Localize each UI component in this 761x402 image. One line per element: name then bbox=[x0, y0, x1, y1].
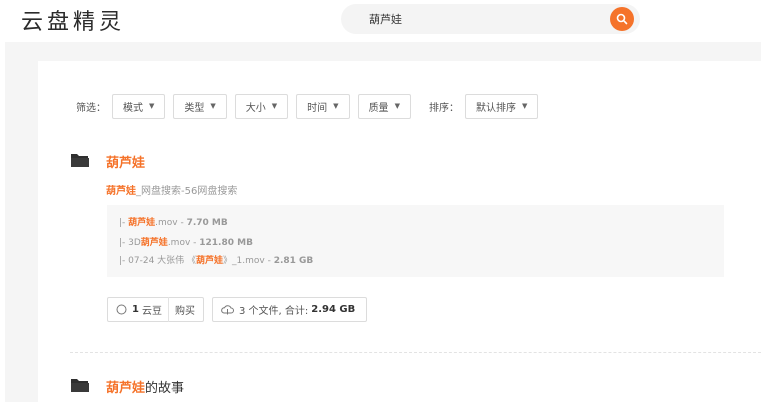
result-actions: 1 云豆 购买 3 个文件, 合计: 2.94 GB bbox=[107, 297, 375, 322]
files-summary-chip: 3 个文件, 合计: 2.94 GB bbox=[211, 297, 368, 322]
folder-icon bbox=[71, 154, 89, 167]
search-icon bbox=[616, 13, 628, 25]
file-item: |- 葫芦娃.mov - 7.70 MB bbox=[119, 218, 228, 228]
folder-icon bbox=[71, 379, 89, 392]
top-bar: 云盘精灵 bbox=[0, 0, 761, 40]
filter-bar: 筛选： 模式 ▼ 类型 ▼ 大小 ▼ 时间 ▼ 质量 ▼ 排序： 默认排序 ▼ bbox=[76, 93, 546, 119]
search-input[interactable] bbox=[369, 4, 599, 34]
filter-label: 筛选： bbox=[76, 102, 106, 114]
result-title-link[interactable]: 葫芦娃的故事 bbox=[106, 377, 184, 396]
result-title-link[interactable]: 葫芦娃 bbox=[106, 152, 145, 171]
caret-down-icon: ▼ bbox=[271, 102, 278, 110]
caret-down-icon: ▼ bbox=[149, 102, 155, 110]
result-source: 葫芦娃_网盘搜索-56网盘搜索 bbox=[106, 186, 238, 197]
search-button[interactable] bbox=[610, 7, 634, 31]
file-list: |- 葫芦娃.mov - 7.70 MB |- 3D葫芦娃.mov - 121.… bbox=[107, 205, 724, 277]
buy-button[interactable]: 购买 bbox=[175, 302, 195, 317]
filter-mode-dropdown[interactable]: 模式 ▼ bbox=[112, 93, 166, 119]
cloud-icon bbox=[221, 304, 234, 315]
filter-size-dropdown[interactable]: 大小 ▼ bbox=[234, 93, 289, 119]
logo[interactable]: 云盘精灵 bbox=[21, 4, 125, 36]
file-item: |- 3D葫芦娃.mov - 121.80 MB bbox=[119, 238, 253, 248]
filter-type-dropdown[interactable]: 类型 ▼ bbox=[173, 93, 227, 119]
result-divider bbox=[70, 352, 761, 353]
caret-down-icon: ▼ bbox=[394, 102, 400, 110]
sort-label: 排序： bbox=[428, 102, 459, 114]
caret-down-icon: ▼ bbox=[521, 102, 528, 110]
price-chip[interactable]: 1 云豆 购买 bbox=[107, 297, 204, 322]
coin-icon bbox=[116, 304, 127, 315]
chip-divider bbox=[167, 297, 169, 322]
sort-dropdown[interactable]: 默认排序 ▼ bbox=[464, 93, 539, 119]
filter-quality-dropdown[interactable]: 质量 ▼ bbox=[357, 93, 411, 119]
file-item: |- 07-24 大张伟 《葫芦娃》_1.mov - 2.81 GB bbox=[119, 256, 314, 266]
filter-time-dropdown[interactable]: 时间 ▼ bbox=[296, 93, 350, 119]
caret-down-icon: ▼ bbox=[333, 102, 339, 110]
search-box[interactable] bbox=[341, 4, 640, 34]
caret-down-icon: ▼ bbox=[210, 102, 216, 110]
